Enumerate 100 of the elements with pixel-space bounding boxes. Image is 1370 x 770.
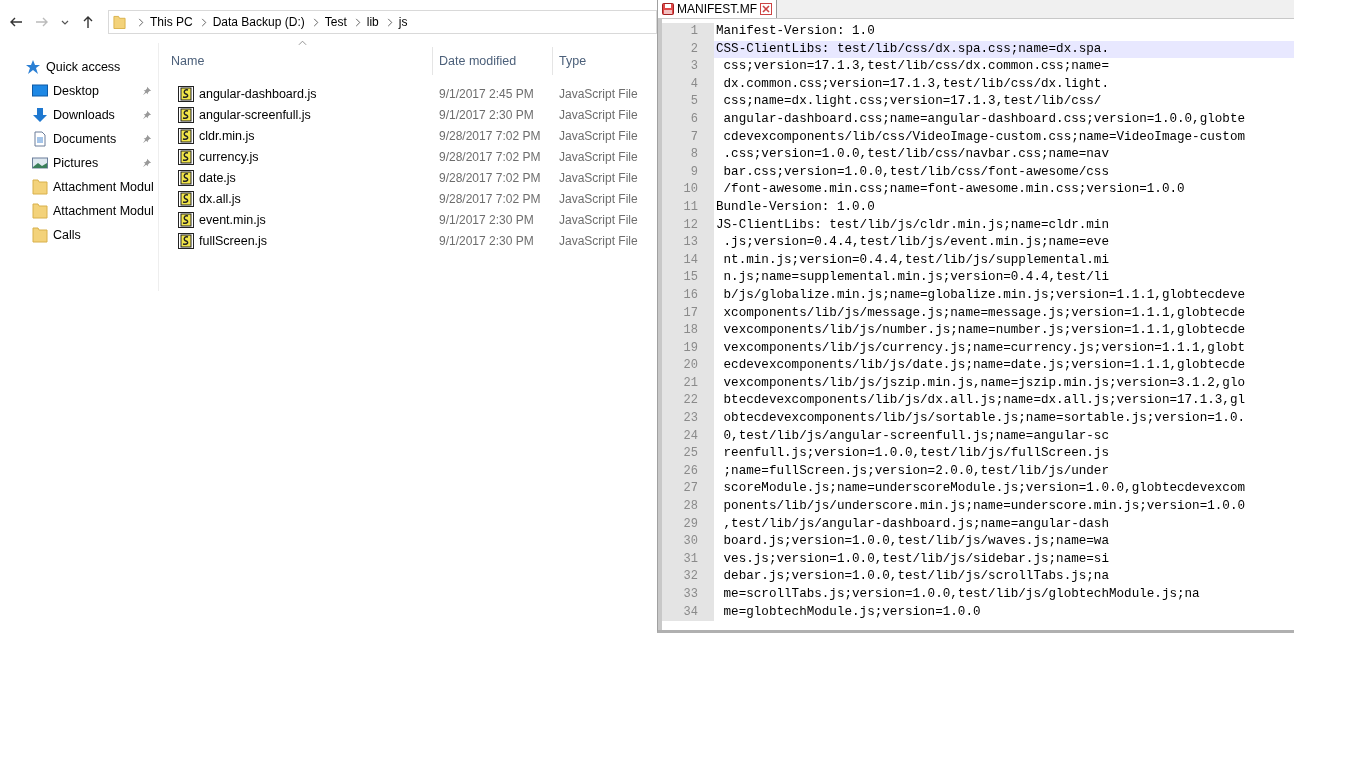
code-line: obtecdevexcomponents/lib/js/sortable.js;name=sortable.js;version=1.0. (722, 410, 1247, 428)
code-line: Bundle-Version: 1.0.0 (715, 198, 876, 216)
script-file-icon (178, 85, 194, 102)
code-line: css;name=dx.light.css;version=17.1.3,test/lib/css/ (722, 93, 1103, 111)
sidebar-item[interactable]: Attachment Modul (0, 199, 158, 223)
line-number: 5 (662, 93, 714, 111)
folder-icon (32, 203, 48, 219)
script-file-icon (178, 190, 194, 207)
code-line: /font-awesome.min.css;name=font-awesome.min.css;version=1.0.0 (722, 181, 1186, 199)
code-line: ,test/lib/js/angular-dashboard.js;name=angular-dash (722, 515, 1110, 533)
code-line: scoreModule.js;name=underscoreModule.js;version=1.0.0,globtecdevexcom (722, 480, 1247, 498)
sidebar-item[interactable]: Documents (0, 127, 158, 151)
column-header[interactable]: Date modified (433, 47, 553, 75)
file-name[interactable]: angular-screenfull.js (199, 107, 311, 122)
chevron-right-icon (354, 17, 361, 27)
code-line: cdevexcomponents/lib/css/VideoImage-custom.css;name=VideoImage-custom (722, 128, 1247, 146)
chevron-right-icon (138, 17, 144, 27)
picture-icon (32, 155, 48, 171)
line-number: 1 (662, 23, 714, 41)
down-arrow-icon (32, 107, 48, 123)
chevron-right-icon (312, 17, 319, 27)
line-number: 32 (662, 568, 714, 586)
script-file-icon (178, 211, 194, 228)
script-file-icon (178, 148, 194, 165)
code-line: board.js;version=1.0.0,test/lib/js/waves.js;name=wa (722, 533, 1110, 551)
chevron-right-icon (386, 17, 393, 27)
code-line: ecdevexcomponents/lib/js/date.js;name=date.js;version=1.1.1,globtecde (722, 357, 1247, 375)
code-line: vexcomponents/lib/js/number.js;name=number.js;version=1.1.1,globtecde (722, 322, 1247, 340)
code-line: Manifest-Version: 1.0 (715, 23, 876, 40)
file-type: JavaScript File (558, 149, 639, 164)
code-line: reenfull.js;version=1.0.0,test/lib/js/fullScreen.js (722, 445, 1110, 463)
file-name[interactable]: fullScreen.js (199, 233, 268, 248)
sort-caret-icon (298, 40, 307, 46)
date-modified: 9/1/2017 2:45 PM (438, 86, 535, 101)
close-icon (760, 3, 772, 15)
line-number: 22 (662, 392, 714, 411)
sidebar-item[interactable]: Pictures (0, 151, 158, 175)
sidebar-item[interactable]: Downloads (0, 103, 158, 127)
file-name[interactable]: angular-dashboard.js (199, 86, 317, 101)
file-name[interactable]: event.min.js (199, 212, 266, 227)
code-line: vexcomponents/lib/js/currency.js;name=currency.js;version=1.1.1,globt (722, 339, 1247, 357)
code-line: me=scrollTabs.js;version=1.0.0,test/lib/js/globtechModule.js;na (722, 586, 1201, 603)
date-modified: 9/28/2017 7:02 PM (438, 128, 542, 143)
file-type: JavaScript File (558, 233, 639, 248)
folder-icon (32, 179, 48, 195)
code-line: ;name=fullScreen.js;version=2.0.0,test/lib/js/under (722, 462, 1110, 480)
file-tab[interactable]: MANIFEST.MF (658, 0, 777, 18)
code-line: ponents/lib/js/underscore.min.js;name=underscore.min.js;version=1.0.0 (722, 498, 1247, 516)
code-line: bar.css;version=1.0.0,test/lib/css/font-awesome/css (722, 163, 1110, 181)
folder-icon (32, 227, 48, 243)
sidebar-item[interactable]: Calls (0, 223, 158, 247)
file-name[interactable]: date.js (199, 170, 236, 185)
code-line: vexcomponents/lib/js/jszip.min.js,name=jszip.min.js;version=3.1.2,glo (722, 374, 1247, 392)
code-line: nt.min.js;version=0.4.4,test/lib/js/supplemental.mi (722, 251, 1110, 269)
breadcrumb-item[interactable]: Test (324, 15, 347, 29)
address-bar[interactable]: This PC Data Backup (D:) Test lib js (108, 10, 657, 34)
pin-icon (142, 86, 152, 96)
monitor-icon (32, 83, 48, 99)
file-type: JavaScript File (558, 212, 639, 227)
line-number: 27 (662, 480, 714, 499)
file-type: JavaScript File (558, 170, 639, 185)
chevron-right-icon (200, 17, 207, 27)
line-number: 23 (662, 410, 714, 428)
file-name[interactable]: dx.all.js (199, 191, 241, 206)
breadcrumb-item[interactable]: Data Backup (D:) (212, 15, 305, 29)
breadcrumb-item[interactable]: js (398, 15, 408, 29)
line-number: 8 (662, 146, 714, 164)
code-line: b/js/globalize.min.js;name=globalize.min.js;version=1.1.1,globtecdeve (722, 286, 1247, 304)
script-file-icon (178, 232, 194, 249)
date-modified: 9/28/2017 7:02 PM (438, 170, 542, 185)
sidebar-item[interactable]: Desktop (0, 79, 158, 103)
code-line: me=globtechModule.js;version=1.0.0 (722, 603, 982, 621)
code-line: .css;version=1.0.0,test/lib/css/navbar.css;name=nav (722, 146, 1110, 164)
date-modified: 9/1/2017 2:30 PM (438, 233, 535, 248)
sidebar-item[interactable]: Quick access (0, 55, 158, 79)
code-line: debar.js;version=1.0.0,test/lib/js/scrollTabs.js;na (722, 568, 1110, 586)
breadcrumb-item[interactable]: lib (366, 15, 379, 29)
document-icon (32, 131, 48, 147)
breadcrumb-item[interactable]: This PC (150, 15, 193, 29)
line-number: 33 (662, 586, 714, 604)
code-line: ves.js;version=1.0.0,test/lib/js/sidebar.js;name=si (722, 550, 1110, 568)
file-type: JavaScript File (558, 86, 639, 101)
folder-icon (113, 14, 126, 30)
code-line: JS-ClientLibs: test/lib/js/cldr.min.js;name=cldr.min (715, 216, 1110, 234)
column-header[interactable]: Type (553, 47, 657, 75)
file-name[interactable]: cldr.min.js (199, 128, 255, 143)
code-line: dx.common.css;version=17.1.3,test/lib/css/dx.light. (722, 75, 1110, 93)
line-number: 28 (662, 498, 714, 516)
date-modified: 9/28/2017 7:02 PM (438, 191, 542, 206)
pin-icon (142, 110, 152, 120)
line-number: 30 (662, 533, 714, 551)
script-file-icon (178, 169, 194, 186)
sidebar-item[interactable]: Attachment Modul (0, 175, 158, 199)
date-modified: 9/28/2017 7:02 PM (438, 149, 542, 164)
line-number: 18 (662, 322, 714, 340)
script-file-icon (178, 127, 194, 144)
code-line: css;version=17.1.3,test/lib/css/dx.common.css;name= (722, 58, 1110, 76)
column-header[interactable]: Name (159, 47, 433, 75)
file-name[interactable]: currency.js (199, 149, 259, 164)
code-line: xcomponents/lib/js/message.js;name=message.js;version=1.1.1,globtecde (722, 304, 1247, 322)
